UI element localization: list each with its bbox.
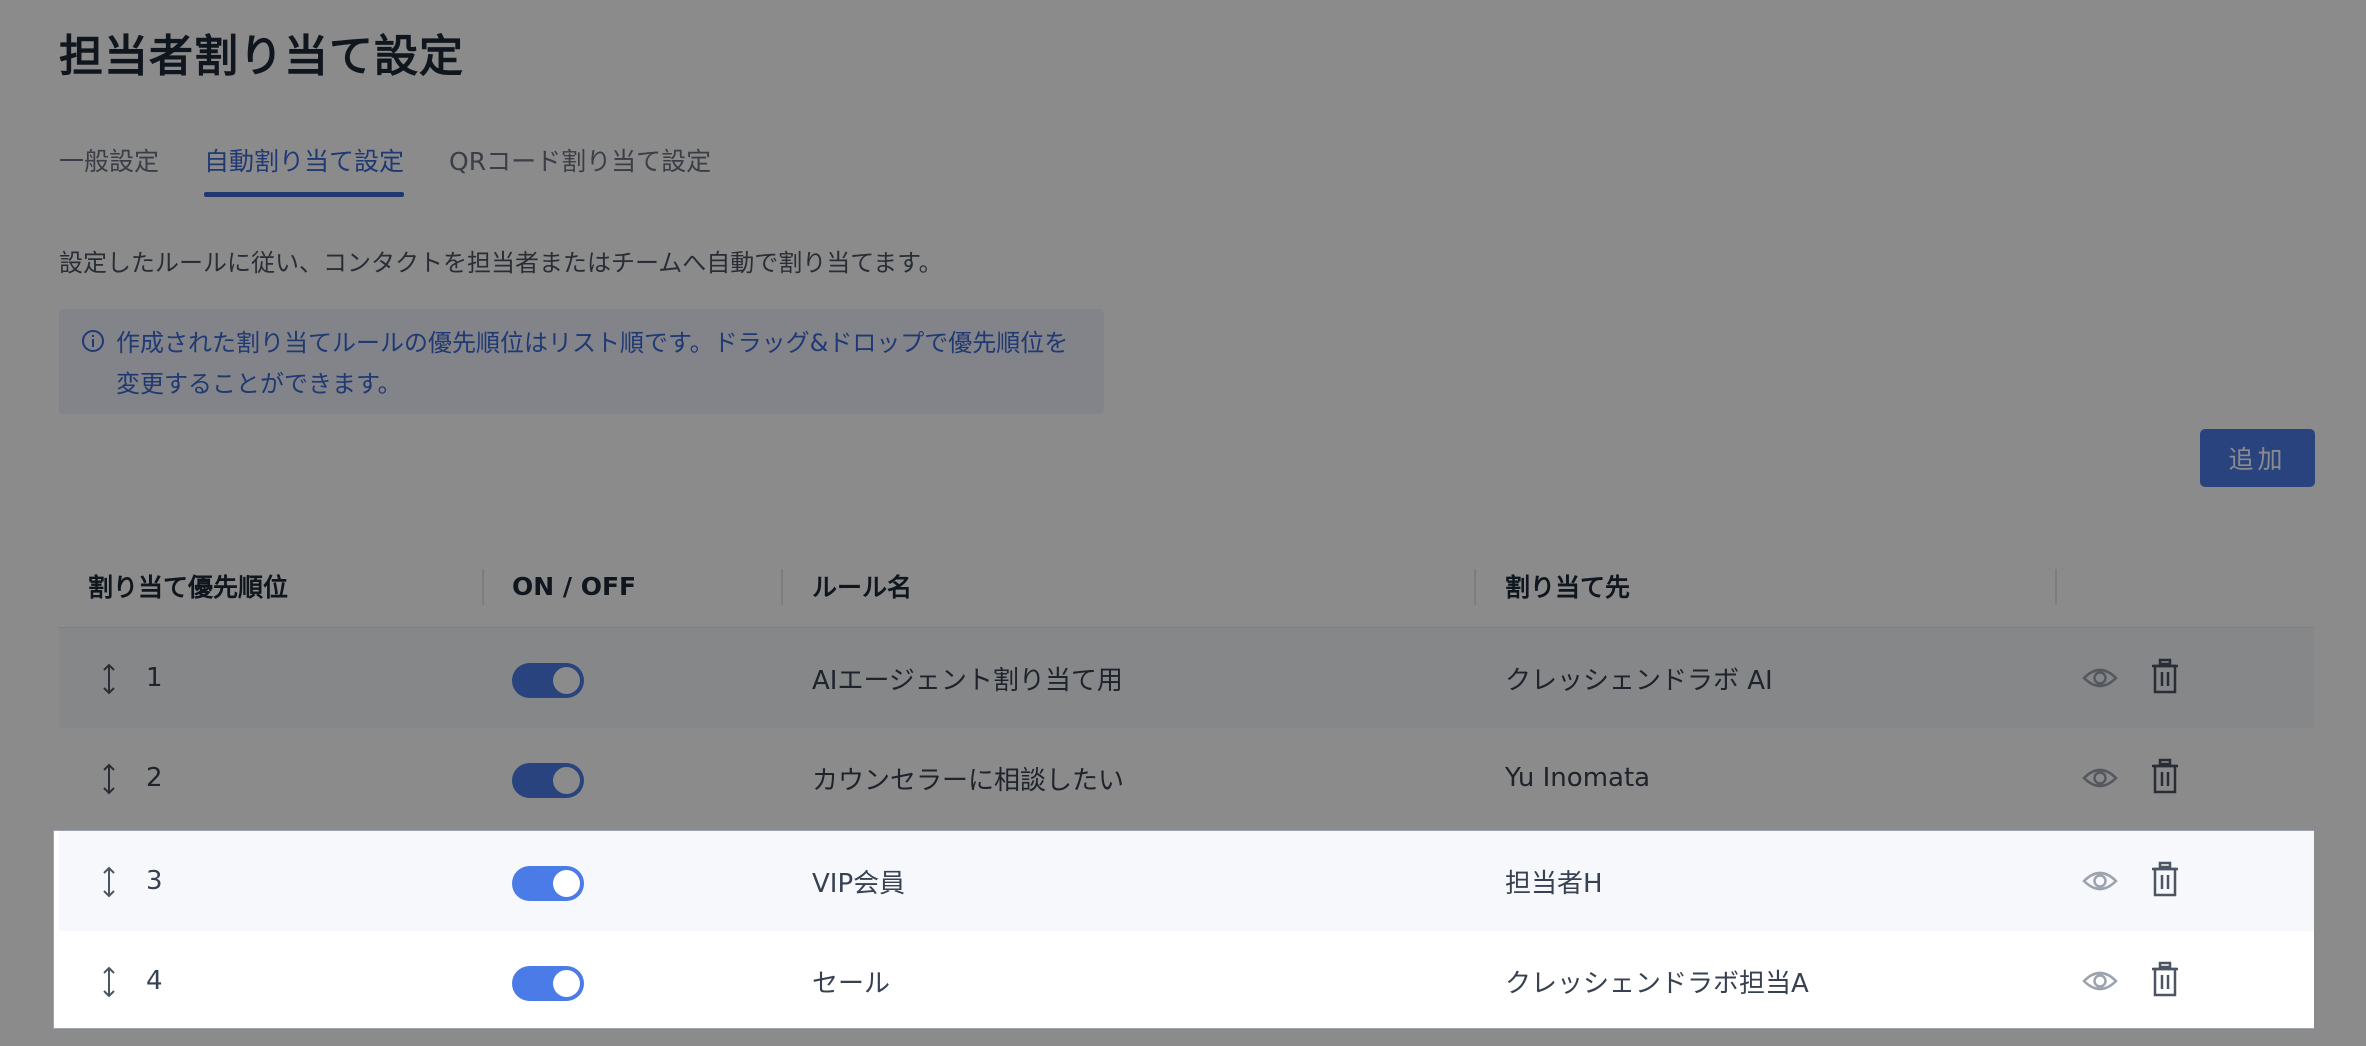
rules-table: 割り当て優先順位 ON / OFF ルール名 割り当て先 1 AIエージェント割… bbox=[59, 544, 2314, 828]
settings-tabs: 一般設定 自動割り当て設定 QRコード割り当て設定 bbox=[59, 142, 756, 198]
tab-auto-assign[interactable]: 自動割り当て設定 bbox=[204, 142, 405, 198]
eye-icon[interactable] bbox=[2082, 663, 2118, 693]
table-header: 割り当て優先順位 ON / OFF ルール名 割り当て先 bbox=[59, 544, 2314, 628]
eye-icon[interactable] bbox=[2082, 763, 2118, 793]
rule-name: AIエージェント割り当て用 bbox=[812, 665, 1123, 696]
header-onoff: ON / OFF bbox=[512, 571, 637, 601]
header-divider bbox=[2055, 569, 2057, 605]
on-off-toggle[interactable] bbox=[512, 866, 584, 901]
add-button[interactable]: 追加 bbox=[2200, 429, 2315, 487]
trash-icon[interactable] bbox=[2151, 758, 2179, 794]
table-row[interactable]: 3 VIP会員 担当者H bbox=[59, 831, 2314, 931]
info-alert: 作成された割り当てルールの優先順位はリスト順です。ドラッグ&ドロップで優先順位を… bbox=[59, 309, 1104, 414]
on-off-toggle[interactable] bbox=[512, 763, 584, 798]
priority-number: 4 bbox=[146, 966, 163, 996]
tab-qr-assign[interactable]: QRコード割り当て設定 bbox=[449, 142, 711, 198]
table-row[interactable]: 1 AIエージェント割り当て用 クレッシェンドラボ AI bbox=[59, 628, 2314, 728]
table-row[interactable]: 2 カウンセラーに相談したい Yu Inomata bbox=[59, 728, 2314, 828]
highlighted-rows: 3 VIP会員 担当者H 4 セール クレッシェンドラボ担当A bbox=[53, 830, 2314, 1029]
page-description: 設定したルールに従い、コンタクトを担当者またはチームへ自動で割り当てます。 bbox=[59, 249, 943, 277]
header-divider bbox=[1474, 569, 1476, 605]
header-priority: 割り当て優先順位 bbox=[88, 573, 289, 602]
drag-handle-icon[interactable] bbox=[101, 965, 117, 999]
trash-icon[interactable] bbox=[2151, 658, 2179, 694]
priority-number: 2 bbox=[146, 763, 163, 793]
header-divider bbox=[482, 569, 484, 605]
alert-text: 作成された割り当てルールの優先順位はリスト順です。ドラッグ&ドロップで優先順位を… bbox=[116, 329, 1069, 398]
trash-icon[interactable] bbox=[2151, 861, 2179, 897]
on-off-toggle[interactable] bbox=[512, 663, 584, 698]
page-title: 担当者割り当て設定 bbox=[59, 31, 464, 82]
assignee: クレッシェンドラボ AI bbox=[1505, 665, 1773, 696]
eye-icon[interactable] bbox=[2082, 866, 2118, 896]
rule-name: セール bbox=[812, 968, 891, 999]
header-assignee: 割り当て先 bbox=[1505, 573, 1631, 602]
rule-name: カウンセラーに相談したい bbox=[812, 765, 1125, 796]
assignee: Yu Inomata bbox=[1505, 763, 1651, 793]
header-rule-name: ルール名 bbox=[812, 573, 913, 602]
table-row[interactable]: 4 セール クレッシェンドラボ担当A bbox=[59, 931, 2314, 1028]
drag-handle-icon[interactable] bbox=[101, 762, 117, 796]
trash-icon[interactable] bbox=[2151, 961, 2179, 997]
tab-general[interactable]: 一般設定 bbox=[59, 142, 159, 198]
info-icon bbox=[82, 330, 104, 352]
header-divider bbox=[781, 569, 783, 605]
on-off-toggle[interactable] bbox=[512, 966, 584, 1001]
priority-number: 1 bbox=[146, 663, 163, 693]
priority-number: 3 bbox=[146, 866, 163, 896]
rule-name: VIP会員 bbox=[812, 868, 906, 899]
drag-handle-icon[interactable] bbox=[101, 662, 117, 696]
drag-handle-icon[interactable] bbox=[101, 865, 117, 899]
eye-icon[interactable] bbox=[2082, 966, 2118, 996]
assignee: クレッシェンドラボ担当A bbox=[1505, 968, 1809, 999]
assignee: 担当者H bbox=[1505, 868, 1603, 899]
